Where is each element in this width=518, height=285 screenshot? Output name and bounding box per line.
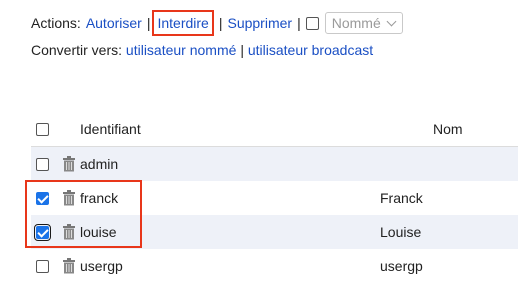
trash-cell	[58, 156, 80, 172]
trash-cell	[58, 224, 80, 240]
row-nom: usergp	[380, 258, 423, 274]
type-select[interactable]: Nommé	[324, 12, 403, 34]
row-identifiant: louise	[80, 224, 117, 240]
row-nom: Louise	[380, 224, 422, 240]
actions-bar: Actions: Autoriser | Interdire | Supprim…	[31, 10, 403, 36]
interdire-link[interactable]: Interdire	[157, 15, 208, 31]
interdire-highlight: Interdire	[152, 10, 214, 36]
table-row: admin	[31, 147, 518, 181]
page: Actions: Autoriser | Interdire | Supprim…	[0, 0, 518, 285]
select-all-checkbox[interactable]	[36, 122, 49, 136]
trash-icon[interactable]	[62, 190, 76, 206]
trash-icon[interactable]	[62, 224, 76, 240]
row-nom: Franck	[380, 190, 423, 206]
header-identifiant[interactable]: Identifiant	[58, 121, 380, 137]
actions-label: Actions:	[31, 15, 81, 31]
header-nom[interactable]: Nom	[380, 121, 518, 137]
separator: |	[240, 42, 244, 58]
trash-icon[interactable]	[62, 156, 76, 172]
row-checkbox[interactable]	[36, 191, 49, 205]
separator: |	[218, 15, 223, 31]
header-checkbox-cell	[31, 122, 58, 136]
trash-cell	[58, 258, 80, 274]
row-checkbox-cell	[31, 223, 58, 241]
row-identifiant: franck	[80, 190, 119, 206]
convert-label: Convertir vers:	[31, 42, 123, 58]
row-checkbox[interactable]	[36, 157, 49, 171]
trash-cell	[58, 190, 80, 206]
table-header: Identifiant Nom	[31, 112, 518, 147]
trash-icon[interactable]	[62, 258, 76, 274]
row-identifiant: usergp	[80, 258, 123, 274]
table-row: franck Franck	[31, 181, 518, 215]
convert-nomme-link[interactable]: utilisateur nommé	[126, 42, 237, 58]
chevron-down-icon	[386, 16, 397, 27]
type-select-value: Nommé	[331, 15, 381, 31]
row-identifiant: admin	[80, 156, 119, 172]
convert-broadcast-link[interactable]: utilisateur broadcast	[248, 42, 373, 58]
separator: |	[297, 15, 301, 31]
convert-bar: Convertir vers: utilisateur nommé | util…	[31, 42, 373, 58]
row-checkbox-cell	[31, 259, 58, 273]
autoriser-link[interactable]: Autoriser	[86, 15, 142, 31]
supprimer-link[interactable]: Supprimer	[227, 15, 292, 31]
separator: |	[146, 15, 151, 31]
row-checkbox[interactable]	[36, 259, 49, 273]
row-checkbox-cell	[31, 191, 58, 205]
table-row: louise Louise	[31, 215, 518, 249]
select-all-actions-checkbox[interactable]	[305, 16, 319, 30]
row-checkbox[interactable]	[34, 223, 51, 241]
users-table: Identifiant Nom admin franck Franck loui…	[25, 112, 518, 283]
row-checkbox-cell	[31, 157, 58, 171]
table-row: usergp usergp	[31, 249, 518, 283]
